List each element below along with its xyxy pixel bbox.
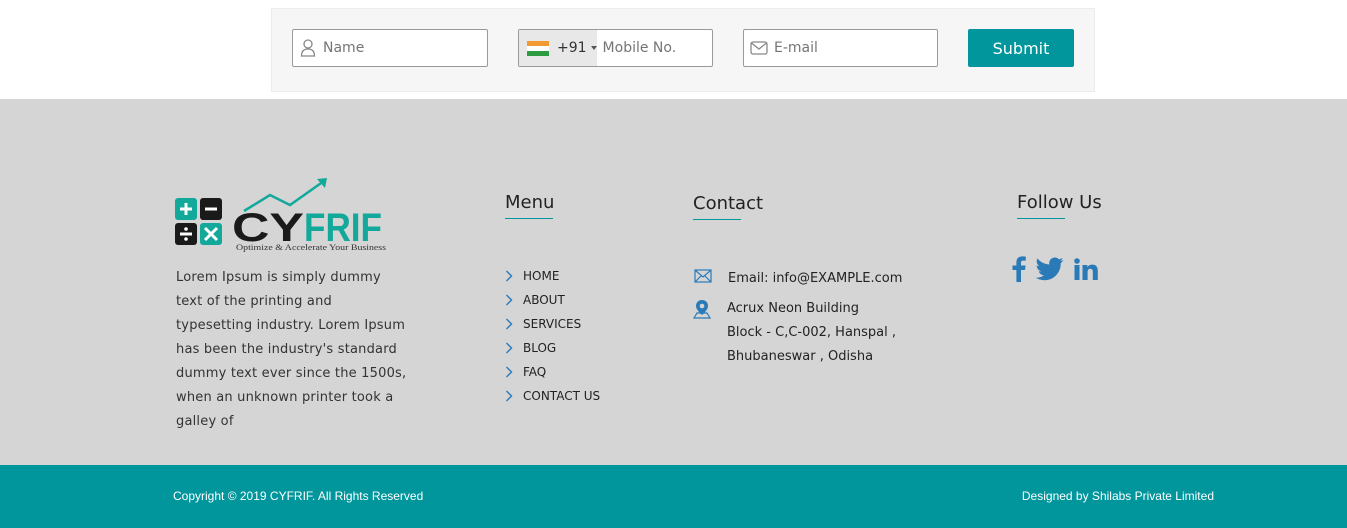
designed-by-link[interactable]: Designed by Shilabs Private Limited (1022, 489, 1214, 503)
enquiry-form: +91 Submit (271, 8, 1095, 92)
heading-underline (693, 219, 741, 220)
envelope-icon (694, 269, 728, 283)
heading-underline (1017, 218, 1065, 219)
footer-menu: HOME ABOUT SERVICES BLOG FAQ CONTACT US (505, 264, 600, 408)
submit-button[interactable]: Submit (968, 29, 1074, 67)
heading-underline (505, 218, 553, 219)
about-text: Lorem Ipsum is simply dummy text of the … (176, 270, 407, 429)
email-input[interactable] (774, 40, 924, 56)
contact-address-lines: Acrux Neon Building Block - C,C-002, Han… (727, 297, 896, 369)
contact-heading-text: Contact (693, 193, 764, 214)
follow-heading-text: Follow Us (1017, 192, 1102, 213)
logo-tagline: Optimize & Accelerate Your Business (236, 243, 386, 252)
menu-heading-text: Menu (505, 192, 555, 213)
chevron-right-icon (505, 366, 523, 378)
name-field[interactable] (292, 29, 488, 67)
menu-item-services[interactable]: SERVICES (505, 312, 600, 336)
copyright-bar: Copyright © 2019 CYFRIF. All Rights Rese… (0, 465, 1347, 528)
menu-item-label[interactable]: CONTACT US (523, 389, 600, 403)
chevron-right-icon (505, 294, 523, 306)
address-line: Block - C,C-002, Hanspal , (727, 325, 897, 340)
country-code-select[interactable]: +91 (519, 30, 597, 66)
contact-email[interactable]: Email: info@EXAMPLE.com (694, 269, 902, 289)
chevron-down-icon (590, 46, 597, 50)
chevron-right-icon (505, 270, 523, 282)
user-icon (293, 30, 323, 66)
contact-heading: Contact (693, 193, 764, 220)
menu-item-label[interactable]: SERVICES (523, 317, 581, 331)
chevron-right-icon (505, 342, 523, 354)
india-flag-icon (527, 40, 549, 56)
menu-item-label[interactable]: ABOUT (523, 293, 565, 307)
address-line: Bhubaneswar , Odisha (727, 349, 874, 364)
address-line: Acrux Neon Building (727, 301, 860, 316)
menu-item-faq[interactable]: FAQ (505, 360, 600, 384)
contact-email-text[interactable]: Email: info@EXAMPLE.com (728, 269, 902, 289)
menu-item-label[interactable]: BLOG (523, 341, 556, 355)
menu-heading: Menu (505, 192, 555, 219)
mobile-input[interactable] (602, 40, 753, 56)
twitter-icon[interactable] (1036, 257, 1064, 281)
dial-code: +91 (557, 40, 587, 56)
contact-address: Acrux Neon Building Block - C,C-002, Han… (693, 297, 896, 369)
enquiry-form-band: +91 Submit (0, 0, 1347, 99)
menu-item-about[interactable]: ABOUT (505, 288, 600, 312)
menu-item-home[interactable]: HOME (505, 264, 600, 288)
copyright-text: Copyright © 2019 CYFRIF. All Rights Rese… (173, 489, 424, 503)
facebook-icon[interactable] (1012, 256, 1026, 282)
map-pin-icon (693, 297, 727, 319)
mobile-field[interactable]: +91 (518, 29, 753, 67)
name-input[interactable] (323, 40, 473, 56)
email-field[interactable] (743, 29, 938, 67)
menu-item-label[interactable]: HOME (523, 269, 559, 283)
social-links (1012, 256, 1108, 282)
site-footer: CY FRIF Optimize & Accelerate Your Busin… (0, 99, 1347, 465)
chevron-right-icon (505, 318, 523, 330)
menu-item-contact-us[interactable]: CONTACT US (505, 384, 600, 408)
linkedin-icon[interactable] (1074, 258, 1098, 280)
menu-item-blog[interactable]: BLOG (505, 336, 600, 360)
cyfrif-logo[interactable]: CY FRIF Optimize & Accelerate Your Busin… (174, 175, 388, 253)
follow-heading: Follow Us (1017, 192, 1102, 219)
chevron-right-icon (505, 390, 523, 402)
menu-item-label[interactable]: FAQ (523, 365, 546, 379)
mail-icon (744, 30, 774, 66)
